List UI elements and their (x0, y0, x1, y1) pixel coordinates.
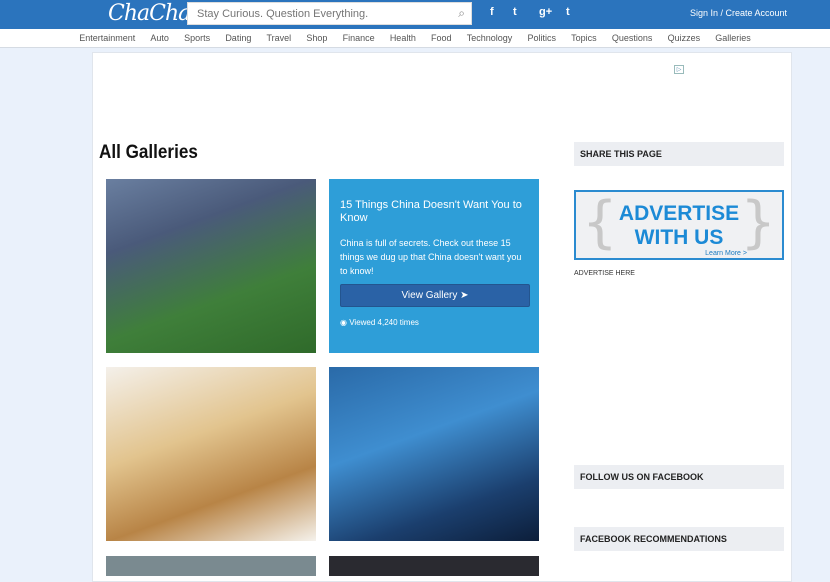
gallery-title[interactable]: 15 Things China Doesn't Want You to Know (340, 199, 530, 225)
nav-quizzes[interactable]: Quizzes (660, 29, 708, 47)
nav-questions[interactable]: Questions (604, 29, 660, 47)
top-bar: ChaCha ⌕ f t g+ t Sign In / Create Accou… (0, 0, 830, 29)
nav-topics[interactable]: Topics (564, 29, 605, 47)
follow-facebook-heading: FOLLOW US ON FACEBOOK (574, 465, 784, 489)
view-count: ◉ Viewed 4,240 times (340, 318, 419, 327)
facebook-icon[interactable]: f (490, 6, 494, 18)
advertise-here-link[interactable]: ADVERTISE HERE (574, 270, 635, 277)
nav-dating[interactable]: Dating (218, 29, 259, 47)
view-gallery-button[interactable]: View Gallery ➤ (340, 284, 530, 307)
sign-in-link[interactable]: Sign In / Create Account (690, 8, 787, 18)
nav-entertainment[interactable]: Entertainment (72, 29, 143, 47)
nav-travel[interactable]: Travel (259, 29, 299, 47)
category-nav: Entertainment Auto Sports Dating Travel … (0, 29, 830, 48)
chacha-logo[interactable]: ChaCha (108, 1, 191, 26)
search-icon[interactable]: ⌕ (458, 6, 465, 21)
learn-more-link[interactable]: Learn More > (705, 250, 747, 257)
nav-auto[interactable]: Auto (143, 29, 177, 47)
nav-technology[interactable]: Technology (459, 29, 520, 47)
nav-food[interactable]: Food (423, 29, 459, 47)
tumblr-icon[interactable]: t (566, 6, 570, 18)
nav-galleries[interactable]: Galleries (708, 29, 759, 47)
gallery-tile-football[interactable] (106, 179, 316, 353)
gallery-tile-china[interactable]: 15 Things China Doesn't Want You to Know… (329, 179, 539, 353)
nav-sports[interactable]: Sports (177, 29, 218, 47)
adchoices-icon[interactable]: ▷ (674, 65, 684, 74)
page-title: All Galleries (99, 142, 198, 163)
gallery-tile-graduation[interactable] (329, 367, 539, 541)
view-count-text: Viewed 4,240 times (349, 318, 419, 327)
advertise-text: ADVERTISE WITH US (618, 202, 740, 249)
gallery-description: China is full of secrets. Check out thes… (340, 238, 522, 276)
search-box: ⌕ (187, 2, 472, 25)
gallery-tile-bread[interactable] (106, 367, 316, 541)
nav-health[interactable]: Health (382, 29, 423, 47)
advertise-banner[interactable]: { } ADVERTISE WITH US Learn More > (574, 190, 784, 260)
nav-politics[interactable]: Politics (520, 29, 564, 47)
arrow-circle-right-icon: ➤ (460, 290, 469, 301)
gallery-tile[interactable] (106, 556, 316, 576)
gallery-tile[interactable] (329, 556, 539, 576)
search-input[interactable] (188, 3, 438, 24)
google-plus-icon[interactable]: g+ (539, 6, 552, 18)
view-gallery-label: View Gallery (401, 290, 458, 301)
share-heading: SHARE THIS PAGE (574, 142, 784, 166)
facebook-recommendations-heading: FACEBOOK RECOMMENDATIONS (574, 527, 784, 551)
eye-icon: ◉ (340, 318, 347, 327)
nav-shop[interactable]: Shop (299, 29, 335, 47)
twitter-icon[interactable]: t (513, 6, 517, 18)
nav-finance[interactable]: Finance (335, 29, 382, 47)
